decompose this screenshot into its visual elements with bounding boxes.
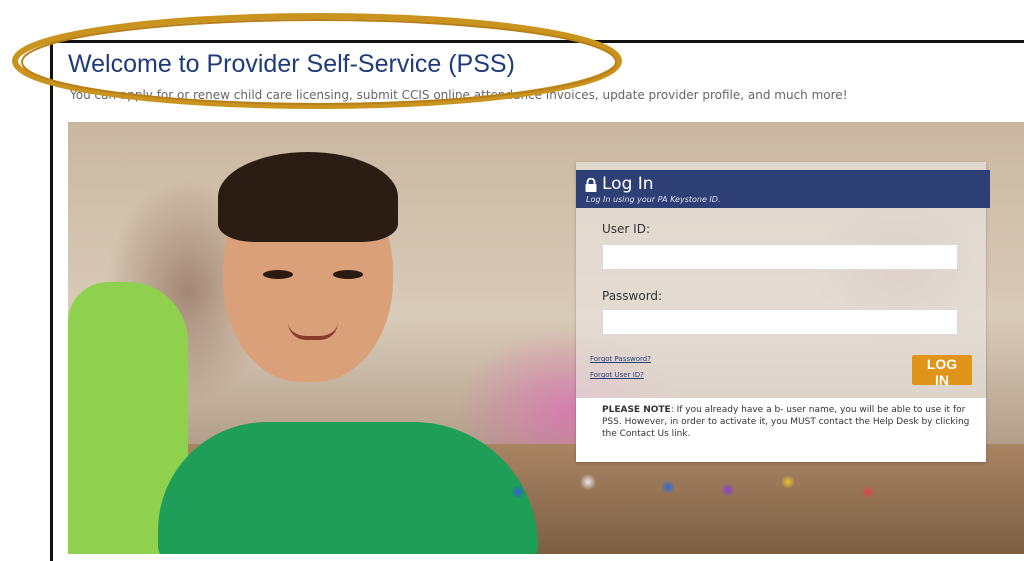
- page-title: Welcome to Provider Self-Service (PSS): [68, 50, 515, 78]
- login-header: Log In Log In using your PA Keystone ID.: [576, 170, 990, 208]
- boy-hair: [218, 152, 398, 242]
- boy-left-eye: [263, 270, 293, 279]
- page-subtitle: You can apply for or renew child care li…: [70, 88, 848, 102]
- user-id-label: User ID:: [602, 222, 650, 236]
- login-subtitle: Log In using your PA Keystone ID.: [586, 195, 721, 204]
- forgot-password-link[interactable]: Forgot Password?: [590, 355, 651, 363]
- boy-shirt: [158, 422, 538, 554]
- please-note-text: PLEASE NOTE: If you already have a b- us…: [602, 404, 972, 440]
- password-label: Password:: [602, 289, 663, 303]
- login-title: Log In: [602, 174, 654, 194]
- forgot-user-id-link[interactable]: Forgot User ID?: [590, 371, 644, 379]
- login-panel: Log In Log In using your PA Keystone ID.…: [576, 162, 990, 462]
- password-input[interactable]: [602, 309, 958, 335]
- lock-icon: [585, 178, 597, 192]
- frame-left-border: [50, 40, 53, 561]
- frame-top-border: [50, 40, 1024, 43]
- user-id-input[interactable]: [602, 244, 958, 270]
- boy-right-eye: [333, 270, 363, 279]
- login-button[interactable]: LOG IN: [912, 355, 972, 388]
- please-note-box: PLEASE NOTE: If you already have a b- us…: [576, 398, 986, 462]
- note-prefix: PLEASE NOTE: [602, 405, 671, 415]
